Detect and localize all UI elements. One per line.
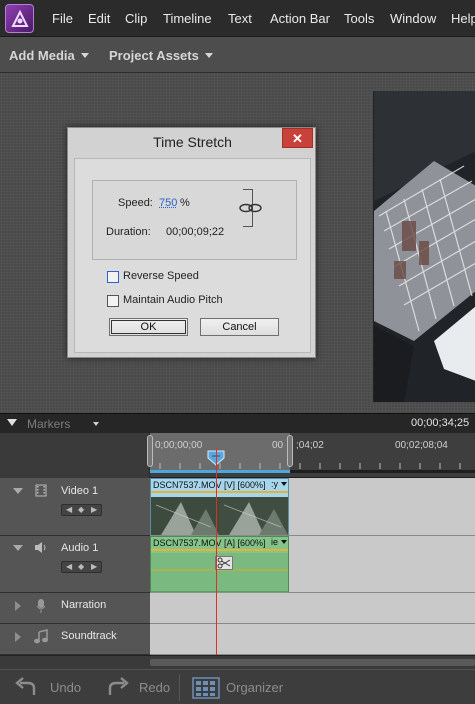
timeline-ruler[interactable]: 0;00;00;00 00 ;04;02 00;02;08;04 [0, 433, 475, 478]
dialog-title: Time Stretch [68, 134, 317, 150]
cancel-button[interactable]: Cancel [200, 318, 279, 336]
menu-window[interactable]: Window [390, 11, 436, 26]
speed-unit: % [180, 197, 190, 209]
current-timecode: 00;00;34;25 [411, 417, 469, 429]
ruler-tick-label: ;04;02 [296, 440, 324, 451]
add-media-label: Add Media [9, 48, 75, 63]
menu-tools[interactable]: Tools [344, 11, 374, 26]
keyframe-navigator[interactable]: ◀ ◆ ▶ [61, 561, 102, 573]
chevron-down-icon [205, 53, 213, 58]
add-media-menu[interactable]: Add Media [9, 48, 89, 63]
ruler-spacer [0, 433, 150, 478]
menu-edit[interactable]: Edit [88, 11, 110, 26]
ruler-ticks [150, 455, 475, 469]
scrollbar-thumb[interactable] [150, 659, 475, 666]
video-clip[interactable]: DSCN7537.MOV [V] [600%] :y [150, 478, 289, 535]
chain-link-icon[interactable] [238, 201, 264, 215]
music-note-icon[interactable] [33, 629, 49, 645]
undo-icon [14, 676, 40, 700]
track-header-narration[interactable]: Narration [0, 593, 150, 624]
video-1-lane[interactable]: DSCN7537.MOV [V] [600%] :y [150, 478, 475, 536]
clip-suffix: :y [271, 479, 278, 489]
chevron-down-icon[interactable] [93, 422, 99, 426]
menu-text[interactable]: Text [228, 11, 252, 26]
video-clip-label: DSCN7537.MOV [V] [600%] [151, 479, 290, 491]
chevron-down-icon [81, 53, 89, 58]
redo-label: Redo [139, 680, 170, 695]
speed-label: Speed: [118, 197, 153, 209]
volume-line[interactable] [151, 549, 288, 551]
soundtrack-lane[interactable] [150, 624, 475, 655]
menu-help[interactable]: Help [451, 11, 475, 26]
clip-menu-chevron-icon[interactable] [281, 540, 287, 544]
organizer-label: Organizer [226, 680, 283, 695]
expand-track-icon[interactable] [15, 632, 21, 642]
timeline-header: Markers 00;00;34;25 [0, 413, 475, 433]
dialog-body: Speed: 750 % Duration: 00;00;09;22 Rever… [74, 158, 311, 353]
menu-clip[interactable]: Clip [125, 11, 147, 26]
close-icon: ✕ [283, 131, 312, 147]
ruler-tick-label: 00;02;08;04 [395, 440, 448, 451]
microphone-icon[interactable] [36, 598, 46, 614]
audio-clip-label: DSCN7537.MOV [A] [600%] [151, 537, 290, 549]
expand-track-icon[interactable] [13, 545, 23, 551]
maintain-audio-pitch-label: Maintain Audio Pitch [123, 294, 223, 306]
audio-1-lane[interactable]: DSCN7537.MOV [A] [600%] ie [150, 536, 475, 593]
speed-duration-group: Speed: 750 % Duration: 00;00;09;22 [92, 180, 297, 260]
markers-menu[interactable]: Markers [27, 417, 70, 431]
audio-clip[interactable]: DSCN7537.MOV [A] [600%] ie [150, 536, 289, 592]
close-button[interactable]: ✕ [282, 128, 313, 148]
organizer-button[interactable]: Organizer [190, 675, 290, 701]
speed-value[interactable]: 750 [159, 197, 177, 209]
collapse-triangle-icon[interactable] [7, 419, 17, 426]
video-thumbnail [151, 497, 288, 535]
duration-label: Duration: [106, 226, 151, 238]
redo-button[interactable]: Redo [104, 676, 174, 700]
track-name: Soundtrack [61, 630, 117, 642]
menu-action-bar[interactable]: Action Bar [270, 11, 330, 26]
playhead-line[interactable] [216, 448, 217, 655]
expand-track-icon[interactable] [13, 488, 23, 494]
reverse-speed-label: Reverse Speed [123, 270, 199, 282]
time-stretch-dialog: Time Stretch ✕ Speed: 750 % Duration: 00… [67, 127, 316, 358]
undo-button[interactable]: Undo [14, 676, 84, 700]
maintain-audio-pitch-checkbox[interactable] [107, 295, 119, 307]
keyframe-navigator[interactable]: ◀ ◆ ▶ [61, 504, 102, 516]
project-assets-menu[interactable]: Project Assets [109, 48, 213, 63]
clip-menu-chevron-icon[interactable] [281, 482, 287, 486]
work-area-bar-selection [150, 470, 290, 473]
track-header-soundtrack[interactable]: Soundtrack [0, 624, 150, 655]
action-bar: Undo Redo Organizer [0, 669, 475, 704]
narration-lane[interactable] [150, 593, 475, 624]
redo-icon [104, 676, 130, 700]
video-preview [373, 91, 475, 402]
track-header-video-1[interactable]: Video 1 ◀ ◆ ▶ [0, 478, 150, 536]
opacity-line[interactable] [151, 491, 288, 493]
scissors-icon[interactable] [215, 556, 233, 570]
ruler-tick-label: 00 [272, 440, 283, 451]
speaker-icon[interactable] [34, 541, 48, 554]
undo-label: Undo [50, 680, 81, 695]
track-name: Narration [61, 599, 106, 611]
reverse-speed-checkbox[interactable] [107, 271, 119, 283]
menu-bar: File Edit Clip Timeline Text Action Bar … [0, 0, 475, 37]
panel-menu-bar: Add Media Project Assets [0, 37, 475, 73]
film-icon[interactable] [35, 484, 47, 497]
track-header-audio-1[interactable]: Audio 1 ◀ ◆ ▶ [0, 536, 150, 593]
expand-track-icon[interactable] [15, 601, 21, 611]
menu-timeline[interactable]: Timeline [163, 11, 212, 26]
app-logo-icon[interactable] [5, 4, 34, 33]
duration-value[interactable]: 00;00;09;22 [166, 226, 224, 238]
ruler-tick-label: 0;00;00;00 [155, 440, 202, 451]
track-name: Audio 1 [61, 542, 98, 554]
ok-button[interactable]: OK [109, 318, 188, 336]
track-name: Video 1 [61, 485, 98, 497]
clip-suffix: ie [271, 537, 278, 547]
project-assets-label: Project Assets [109, 48, 199, 63]
divider [179, 674, 180, 701]
organizer-grid-icon [192, 677, 220, 699]
menu-file[interactable]: File [52, 11, 73, 26]
timeline-horizontal-scrollbar[interactable] [0, 655, 475, 669]
